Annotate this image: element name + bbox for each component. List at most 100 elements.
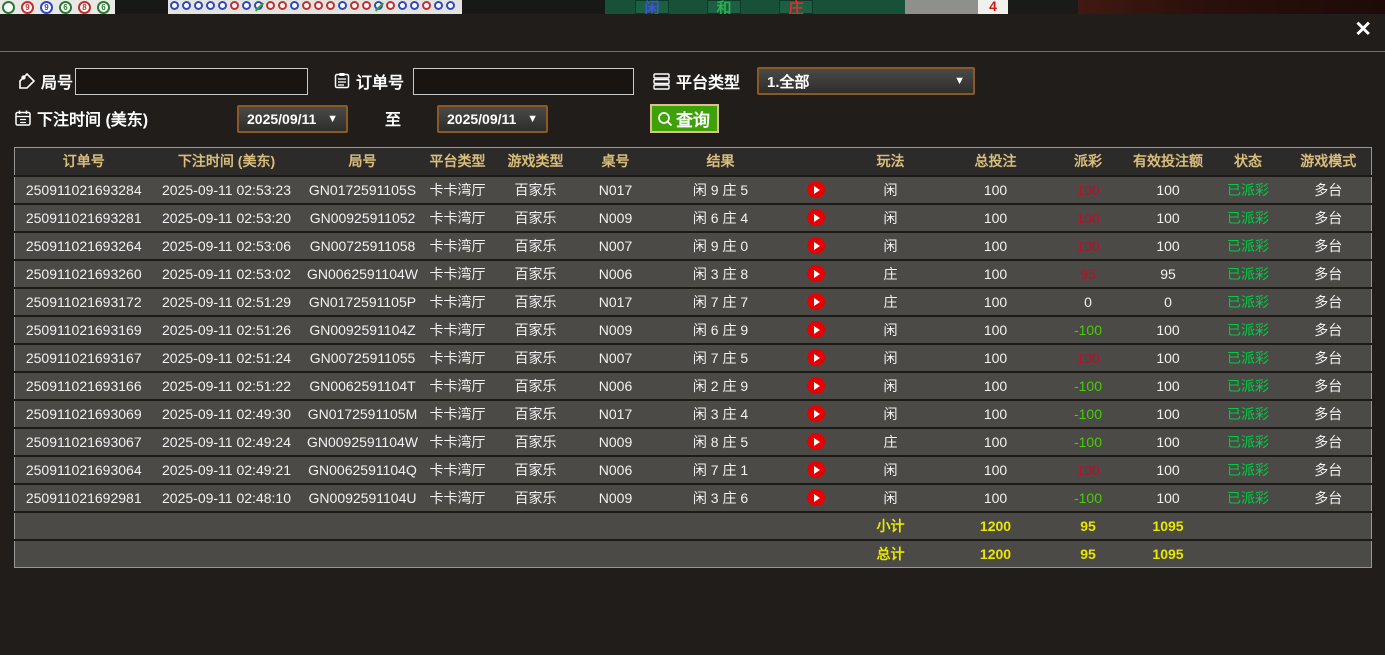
play-replay-icon[interactable] bbox=[807, 237, 825, 254]
cell-replay bbox=[791, 344, 841, 372]
background-game-strip: 99686 闲和庄 4 bbox=[0, 0, 1385, 14]
chevron-down-icon: ▼ bbox=[954, 75, 965, 87]
cell-order: 250911021692981 bbox=[15, 484, 153, 512]
cell-result: 闲 3 庄 6 bbox=[651, 484, 791, 512]
cell-total-bet: 100 bbox=[941, 176, 1051, 204]
cell-platform: 卡卡湾厅 bbox=[425, 232, 491, 260]
shoe-count-tile: 4 bbox=[978, 0, 1008, 14]
table-row: 2509110216930672025-09-11 02:49:24GN0092… bbox=[15, 428, 1372, 456]
date-from-select[interactable]: 2025/09/11 ▼ bbox=[237, 105, 348, 133]
cell-game-mode: 多台 bbox=[1286, 344, 1372, 372]
cell-game-mode: 多台 bbox=[1286, 260, 1372, 288]
cell-platform: 卡卡湾厅 bbox=[425, 428, 491, 456]
bet-time-label: 下注时间 (美东) bbox=[37, 106, 148, 130]
cell-bet-time: 2025-09-11 02:53:02 bbox=[153, 260, 301, 288]
cell-game-mode: 多台 bbox=[1286, 456, 1372, 484]
cell-platform: 卡卡湾厅 bbox=[425, 316, 491, 344]
cell-result: 闲 7 庄 5 bbox=[651, 344, 791, 372]
cell-table-no: N017 bbox=[581, 288, 651, 316]
bet-zone-tile: 庄 bbox=[779, 0, 813, 14]
table-row: 2509110216931692025-09-11 02:51:26GN0092… bbox=[15, 316, 1372, 344]
date-to-select[interactable]: 2025/09/11 ▼ bbox=[437, 105, 548, 133]
close-icon[interactable]: ✕ bbox=[1354, 19, 1372, 40]
cell-play-type: 闲 bbox=[841, 204, 941, 232]
cell-play-type: 庄 bbox=[841, 428, 941, 456]
table-row: 2509110216931722025-09-11 02:51:29GN0172… bbox=[15, 288, 1372, 316]
cell-total-bet: 100 bbox=[941, 232, 1051, 260]
cell-valid-bet: 100 bbox=[1126, 204, 1211, 232]
cell-valid-bet: 100 bbox=[1126, 232, 1211, 260]
query-button[interactable]: 查询 bbox=[650, 104, 719, 133]
play-replay-icon[interactable] bbox=[807, 321, 825, 338]
bead-road-cell bbox=[350, 1, 359, 10]
cell-round: GN0092591104W bbox=[301, 428, 425, 456]
cell-platform: 卡卡湾厅 bbox=[425, 204, 491, 232]
cell-bet-time: 2025-09-11 02:53:23 bbox=[153, 176, 301, 204]
cell-total-bet: 100 bbox=[941, 400, 1051, 428]
cell-replay bbox=[791, 372, 841, 400]
cell-play-type: 闲 bbox=[841, 484, 941, 512]
play-replay-icon[interactable] bbox=[807, 349, 825, 366]
play-replay-icon[interactable] bbox=[807, 209, 825, 226]
bead-road-cell bbox=[194, 1, 203, 10]
cell-order: 250911021693281 bbox=[15, 204, 153, 232]
play-replay-icon[interactable] bbox=[807, 433, 825, 450]
cell-total-bet: 100 bbox=[941, 344, 1051, 372]
play-replay-icon[interactable] bbox=[807, 489, 825, 506]
play-replay-icon[interactable] bbox=[807, 377, 825, 394]
titlebar-divider bbox=[0, 51, 1385, 52]
round-number-input[interactable] bbox=[75, 68, 308, 95]
platform-type-select[interactable]: 1.全部 ▼ bbox=[757, 67, 975, 95]
bead-road-cell bbox=[230, 1, 239, 10]
cell-order: 250911021693172 bbox=[15, 288, 153, 316]
cell-round: GN0092591104U bbox=[301, 484, 425, 512]
cell-total-bet: 100 bbox=[941, 372, 1051, 400]
cell-bet-time: 2025-09-11 02:51:24 bbox=[153, 344, 301, 372]
cell-result: 闲 6 庄 4 bbox=[651, 204, 791, 232]
cell-order: 250911021693169 bbox=[15, 316, 153, 344]
cell-payout: 100 bbox=[1051, 204, 1126, 232]
play-replay-icon[interactable] bbox=[807, 293, 825, 310]
order-number-input[interactable] bbox=[413, 68, 634, 95]
cell-replay bbox=[791, 204, 841, 232]
cell-table-no: N009 bbox=[581, 428, 651, 456]
cell-status: 已派彩 bbox=[1211, 260, 1286, 288]
big-road-cell bbox=[2, 1, 15, 14]
cell-replay bbox=[791, 428, 841, 456]
cell-empty bbox=[1211, 512, 1286, 540]
cell-replay bbox=[791, 176, 841, 204]
bet-zone-tiles: 闲和庄 bbox=[605, 0, 905, 14]
cell-order: 250911021693167 bbox=[15, 344, 153, 372]
cell-order: 250911021693260 bbox=[15, 260, 153, 288]
subtotal-row-bet: 1200 bbox=[941, 512, 1051, 540]
cell-table-no: N006 bbox=[581, 260, 651, 288]
cell-status: 已派彩 bbox=[1211, 456, 1286, 484]
column-header-3: 平台类型 bbox=[425, 148, 491, 176]
cell-order: 250911021693166 bbox=[15, 372, 153, 400]
order-number-label: 订单号 bbox=[356, 69, 404, 93]
cell-play-type: 闲 bbox=[841, 344, 941, 372]
cell-status: 已派彩 bbox=[1211, 204, 1286, 232]
bead-road-cell bbox=[446, 1, 455, 10]
cell-empty bbox=[791, 540, 841, 568]
play-replay-icon[interactable] bbox=[807, 405, 825, 422]
cell-bet-time: 2025-09-11 02:51:22 bbox=[153, 372, 301, 400]
column-header-4: 游戏类型 bbox=[491, 148, 581, 176]
search-icon bbox=[656, 110, 674, 128]
cell-payout: 100 bbox=[1051, 232, 1126, 260]
bead-road-cell bbox=[218, 1, 227, 10]
cell-status: 已派彩 bbox=[1211, 428, 1286, 456]
platform-type-label-group: 平台类型 bbox=[652, 69, 740, 93]
cell-table-no: N007 bbox=[581, 232, 651, 260]
cell-total-bet: 100 bbox=[941, 288, 1051, 316]
bead-road-cell bbox=[410, 1, 419, 10]
play-replay-icon[interactable] bbox=[807, 461, 825, 478]
cell-game-mode: 多台 bbox=[1286, 484, 1372, 512]
play-replay-icon[interactable] bbox=[807, 265, 825, 282]
cell-empty bbox=[651, 512, 791, 540]
play-replay-icon[interactable] bbox=[807, 181, 825, 198]
cell-payout: 95 bbox=[1051, 260, 1126, 288]
cell-result: 闲 2 庄 9 bbox=[651, 372, 791, 400]
cell-replay bbox=[791, 400, 841, 428]
bead-road-cell bbox=[254, 1, 263, 10]
